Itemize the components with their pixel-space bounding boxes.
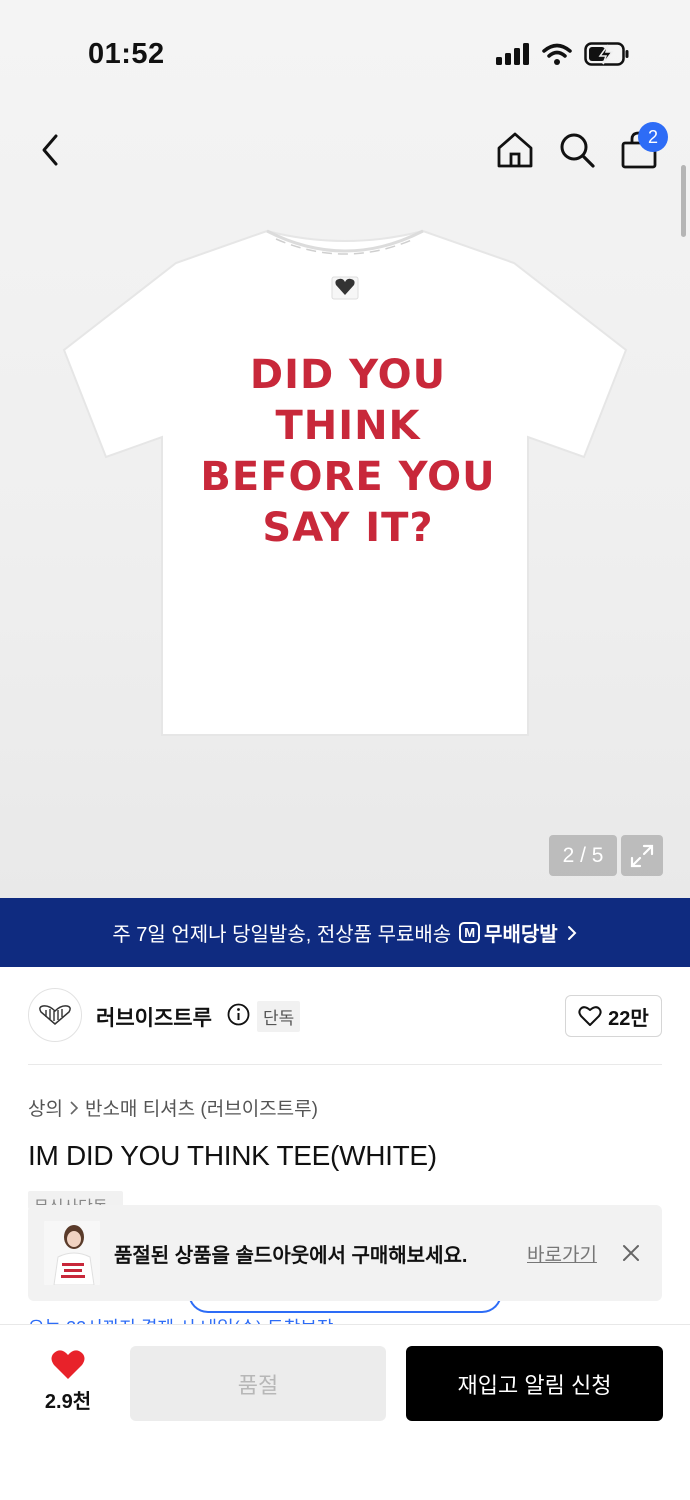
heart-filled-icon [51,1350,85,1379]
home-button[interactable] [494,128,536,172]
heart-outline-icon [578,1006,602,1026]
status-time: 01:52 [88,38,165,70]
bottom-action-bar: 2.9천 품절 재입고 알림 신청 [0,1324,690,1500]
brand-heart-icon [39,1005,71,1025]
brand-logo[interactable] [28,988,82,1042]
shipping-banner-text: 주 7일 언제나 당일발송, 전상품 무료배송 [112,924,452,946]
tshirt-print-line: SAY IT? [262,505,434,551]
search-icon [560,133,595,168]
info-icon[interactable] [227,1003,250,1026]
tshirt-print-line: BEFORE YOU [200,454,496,500]
wifi-icon [542,43,572,70]
shipping-banner[interactable]: 주 7일 언제나 당일발송, 전상품 무료배송 M 무배당발 [0,898,690,967]
toast-go-link[interactable]: 바로가기 [527,1240,597,1267]
restock-alert-button[interactable]: 재입고 알림 신청 [406,1346,663,1421]
toast-thumbnail [44,1221,100,1285]
back-button[interactable] [28,128,72,172]
brand-name[interactable]: 러브이즈트루 [96,1002,212,1032]
status-icons [496,42,630,71]
delivery-logo-icon: M [459,922,481,943]
brand-like-button[interactable]: 22만 [565,995,662,1037]
product-title: IM DID YOU THINK TEE(WHITE) [28,1140,437,1171]
delivery-guarantee-text: 오늘 22시까지 결제 시 내일(수) 도착보장 [28,1312,448,1324]
expand-image-button[interactable] [621,835,663,876]
cart-button[interactable]: 2 [618,122,668,172]
battery-icon [584,42,630,71]
heart-logo-tag [331,276,359,300]
breadcrumb: 상의 반소매 티셔츠 (러브이즈트루) [28,1094,318,1121]
brand-like-count: 22만 [608,1007,649,1030]
breadcrumb-category[interactable]: 상의 [28,1094,63,1121]
soldout-button[interactable]: 품절 [130,1346,386,1421]
chevron-right-icon [567,925,577,940]
cart-count-badge: 2 [638,122,668,152]
breadcrumb-subcategory[interactable]: 반소매 티셔츠 (러브이즈트루) [85,1094,318,1121]
delivery-logo-text: 무배당발 [484,924,558,946]
tshirt-print-line: THINK [275,403,421,449]
brand-row: 러브이즈트루 단독 22만 [28,988,662,1044]
delivery-logo: M 무배당발 [459,918,558,947]
product-image-area[interactable]: 01:52 2 DID YOU THINK BEFORE YOU SAY IT?… [0,0,690,898]
soldout-toast: 품절된 상품을 솔드아웃에서 구매해보세요. 바로가기 [28,1205,662,1301]
tshirt-print-line: DID YOU [249,352,447,398]
expand-icon [630,844,654,867]
delivery-guarantee-label: 오늘 22시까지 결제 시 내일(수) 도착보장 [28,1314,448,1324]
tshirt-print-text: DID YOU THINK BEFORE YOU SAY IT? [152,350,544,554]
home-icon [497,132,533,168]
exclusive-badge: 단독 [257,1001,301,1032]
toast-message: 품절된 상품을 솔드아웃에서 구매해보세요. [114,1245,468,1267]
wishlist-button[interactable]: 2.9천 [28,1349,108,1421]
scroll-indicator[interactable] [681,165,686,237]
wishlist-count: 2.9천 [44,1391,92,1413]
chevron-right-icon [70,1100,79,1115]
close-icon[interactable] [620,1242,642,1264]
search-button[interactable] [556,128,598,172]
cellular-signal-icon [496,43,530,70]
chevron-left-icon [42,134,58,166]
image-counter: 2 / 5 [549,835,617,876]
divider [28,1064,662,1065]
